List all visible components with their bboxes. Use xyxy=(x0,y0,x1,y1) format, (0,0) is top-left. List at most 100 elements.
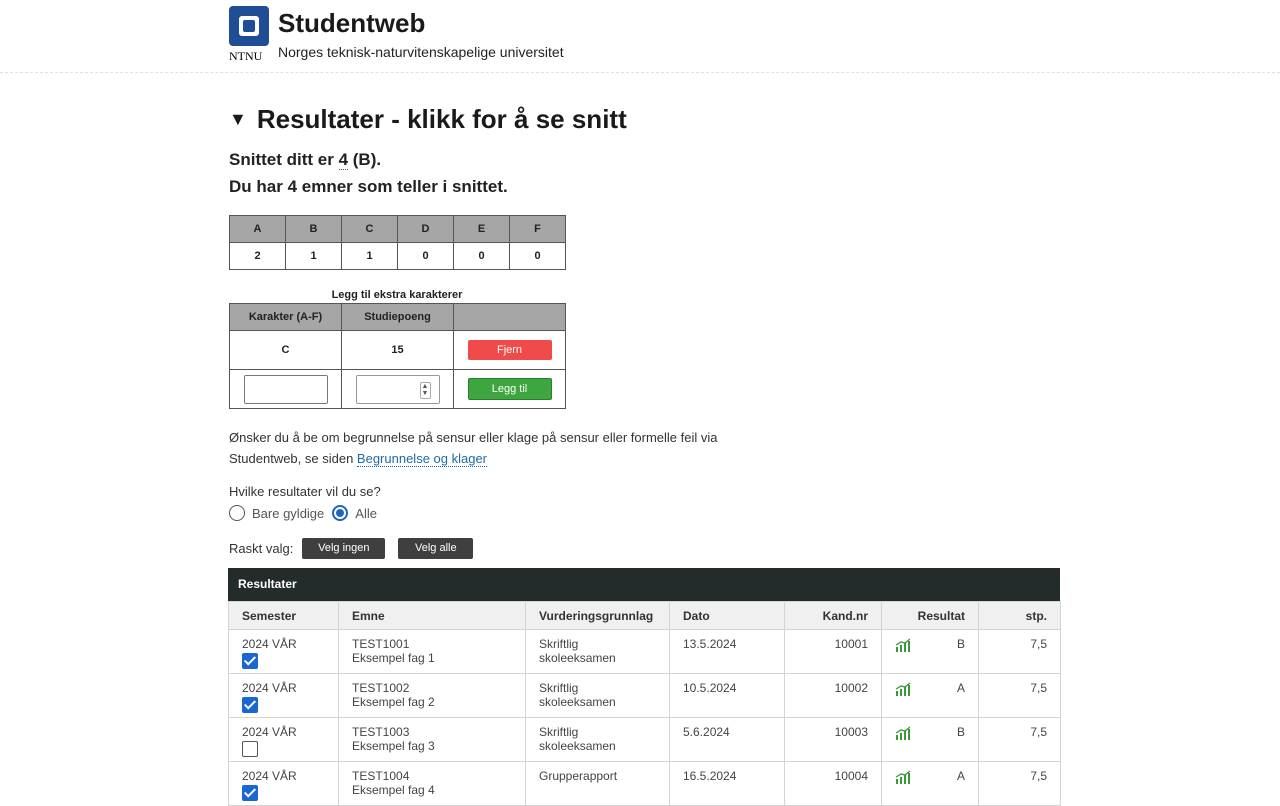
col-semester: Semester xyxy=(228,601,339,630)
grade-header: C xyxy=(341,215,398,243)
col-course: Emne xyxy=(338,601,526,630)
radio-valid-only[interactable] xyxy=(229,505,245,521)
semester: 2024 VÅR xyxy=(242,637,297,651)
ntnu-logo-icon[interactable] xyxy=(229,6,269,46)
credits: 7,5 xyxy=(978,673,1061,718)
course-name: Eksempel fag 3 xyxy=(352,739,435,753)
grade: A xyxy=(956,681,965,695)
grade-count: 0 xyxy=(453,242,510,270)
semester: 2024 VÅR xyxy=(242,725,297,739)
extra-points-value: 15 xyxy=(341,330,454,370)
course-name: Eksempel fag 2 xyxy=(352,695,435,709)
date: 10.5.2024 xyxy=(669,673,785,718)
col-candidate: Kand.nr xyxy=(784,601,882,630)
include-checkbox[interactable] xyxy=(242,785,258,801)
bar-chart-trend-icon[interactable] xyxy=(895,682,911,696)
grade-count: 0 xyxy=(397,242,454,270)
bar-chart-trend-icon[interactable] xyxy=(895,726,911,740)
grade-count: 1 xyxy=(341,242,398,270)
grade-count: 2 xyxy=(229,242,286,270)
logo-text: NTNU xyxy=(229,49,263,63)
results-summary-toggle[interactable]: ▼ Resultater - klikk for å se snitt xyxy=(229,104,627,135)
candidate-number: 10002 xyxy=(784,673,882,718)
grade-count: 0 xyxy=(509,242,566,270)
course-count-value: 4 xyxy=(287,177,298,196)
assessment: Skriftlig skoleeksamen xyxy=(525,629,670,674)
semester: 2024 VÅR xyxy=(242,681,297,695)
filter-question: Hvilke resultater vil du se? xyxy=(229,484,381,499)
course-code: TEST1001 xyxy=(352,637,410,651)
average-summary: Snittet ditt er 4 (B). xyxy=(229,150,382,170)
select-all-button[interactable]: Velg alle xyxy=(398,538,474,559)
course-code: TEST1003 xyxy=(352,725,410,739)
complaint-link[interactable]: Begrunnelse og klager xyxy=(356,451,488,467)
course-name: Eksempel fag 1 xyxy=(352,651,435,665)
extra-grade-value: C xyxy=(229,330,342,370)
grade-input-cell xyxy=(229,369,342,409)
bar-chart-trend-icon[interactable] xyxy=(895,638,911,652)
site-header: NTNU Studentweb Norges teknisk-naturvite… xyxy=(0,0,1280,73)
average-letter: B xyxy=(358,150,371,169)
course-name: Eksempel fag 4 xyxy=(352,783,435,797)
stepper-arrows-icon[interactable]: ▲ ▼ xyxy=(419,381,431,399)
extra-points-header: Studiepoeng xyxy=(341,303,454,331)
results-header: Resultater xyxy=(228,568,1060,601)
assessment: Skriftlig skoleeksamen xyxy=(525,717,670,762)
extra-grades-table: Karakter (A-F) Studiepoeng C 15 Fjern ▲ ▼… xyxy=(229,303,566,409)
table-row: 2024 VÅR TEST1002 Eksempel fag 2 Skriftli… xyxy=(228,673,1061,718)
complaint-info: Ønsker du å be om begrunnelse på sensur … xyxy=(229,430,718,467)
grade-input[interactable] xyxy=(243,374,328,404)
course-count-summary: Du har 4 emner som teller i snittet. xyxy=(229,177,508,196)
table-row: 2024 VÅR TEST1001 Eksempel fag 1 Skriftli… xyxy=(228,629,1061,674)
select-none-button[interactable]: Velg ingen xyxy=(302,538,386,559)
app-title[interactable]: Studentweb xyxy=(278,8,425,39)
grade: B xyxy=(956,637,965,651)
grade-count: 1 xyxy=(285,242,342,270)
quick-select-label: Raskt valg: xyxy=(229,541,294,556)
institution-name: Norges teknisk-naturvitenskapelige unive… xyxy=(278,44,564,60)
col-credits: stp. xyxy=(978,601,1061,630)
date: 16.5.2024 xyxy=(669,761,785,806)
course-code: TEST1004 xyxy=(352,769,410,783)
section-title: Resultater - klikk for å se snitt xyxy=(256,104,627,134)
col-date: Dato xyxy=(669,601,785,630)
add-button[interactable]: Legg til xyxy=(467,378,552,400)
grade-header: D xyxy=(397,215,454,243)
points-input-cell: ▲ ▼ xyxy=(341,369,454,409)
remove-button[interactable]: Fjern xyxy=(467,340,552,360)
include-checkbox[interactable] xyxy=(242,741,258,757)
bar-chart-trend-icon[interactable] xyxy=(895,770,911,784)
radio-valid-label[interactable]: Bare gyldige xyxy=(252,506,324,521)
results-table: Semester Emne Vurderingsgrunnlag Dato Ka… xyxy=(228,601,1061,806)
date: 5.6.2024 xyxy=(669,717,785,762)
add-cell: Legg til xyxy=(453,369,566,409)
course-code: TEST1002 xyxy=(352,681,410,695)
semester: 2024 VÅR xyxy=(242,769,297,783)
credits: 7,5 xyxy=(978,761,1061,806)
grade: B xyxy=(956,725,965,739)
remove-cell: Fjern xyxy=(453,330,566,370)
table-row: 2024 VÅR TEST1003 Eksempel fag 3 Skriftli… xyxy=(228,717,1061,762)
grade-header: F xyxy=(509,215,566,243)
triangle-down-icon: ▼ xyxy=(229,109,247,129)
include-checkbox[interactable] xyxy=(242,697,258,713)
credits: 7,5 xyxy=(978,629,1061,674)
candidate-number: 10004 xyxy=(784,761,882,806)
filter-radio-group: Bare gyldige Alle xyxy=(229,505,385,521)
radio-all[interactable] xyxy=(332,505,349,521)
grade: A xyxy=(956,769,965,783)
credits: 7,5 xyxy=(978,717,1061,762)
points-stepper[interactable]: ▲ ▼ xyxy=(355,374,440,404)
date: 13.5.2024 xyxy=(669,629,785,674)
candidate-number: 10003 xyxy=(784,717,882,762)
radio-all-label[interactable]: Alle xyxy=(355,506,377,521)
include-checkbox[interactable] xyxy=(242,653,258,669)
quick-select: Raskt valg: Velg ingen Velg alle xyxy=(229,538,474,559)
extra-grade-header: Karakter (A-F) xyxy=(229,303,342,331)
assessment: Skriftlig skoleeksamen xyxy=(525,673,670,718)
grade-header: E xyxy=(453,215,510,243)
average-value: 4 xyxy=(338,150,349,170)
assessment: Grupperapport xyxy=(525,761,670,806)
table-row: 2024 VÅR TEST1004 Eksempel fag 4 Gruppera… xyxy=(228,761,1061,806)
candidate-number: 10001 xyxy=(784,629,882,674)
